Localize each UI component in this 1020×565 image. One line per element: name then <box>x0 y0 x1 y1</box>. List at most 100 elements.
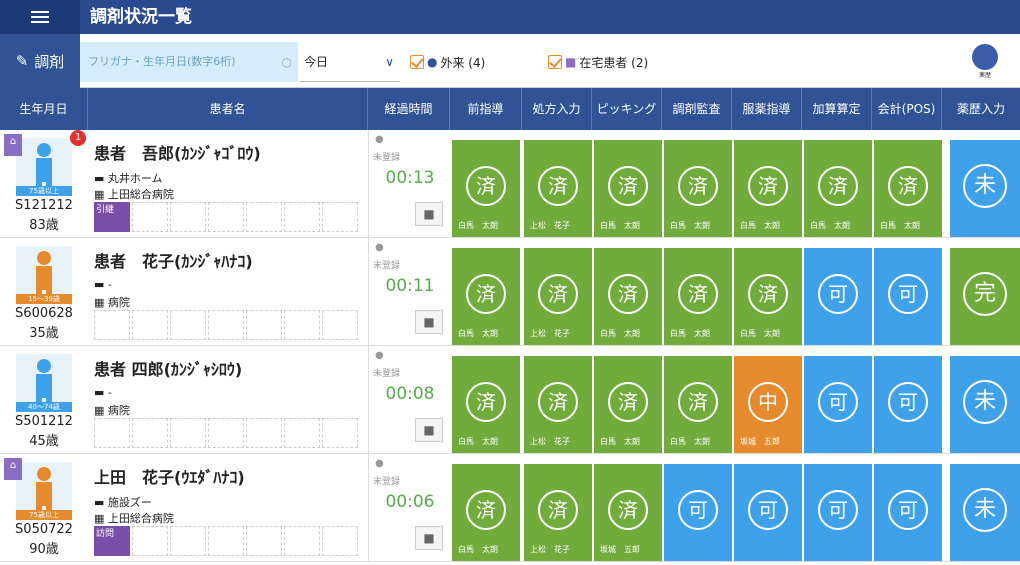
step-cell[interactable]: 済白馬 太朗 <box>452 356 520 453</box>
memo-slot[interactable] <box>170 202 206 232</box>
home-care-icon: ⌂ <box>4 458 22 480</box>
memo-slot[interactable] <box>246 310 282 340</box>
step-cell[interactable]: 済白馬 太朗 <box>594 356 662 453</box>
memo-slot[interactable] <box>322 418 358 448</box>
step-cell[interactable]: 済白馬 太朗 <box>804 140 872 237</box>
memo-tag[interactable]: 訪問 <box>94 526 130 556</box>
unregistered-label: 未登録 <box>373 369 401 379</box>
col-birth[interactable]: 生年月日 <box>0 88 88 130</box>
memo-slot[interactable] <box>170 310 206 340</box>
col-step[interactable]: 前指導 <box>450 88 522 130</box>
table-row[interactable]: 75歳以上 S121212 83歳 ⌂ 1 患者 吾郎(ｶﾝｼﾞｬｺﾞﾛｳ) ▬ 丸井ホーム… <box>0 130 1020 238</box>
memo-slot[interactable] <box>208 310 244 340</box>
memo-slot[interactable] <box>170 418 206 448</box>
patient-name[interactable]: 患者 吾郎(ｶﾝｼﾞｬｺﾞﾛｳ) <box>94 140 261 164</box>
step-cell[interactable]: 済上松 花子 <box>524 248 592 345</box>
camera-icon[interactable]: ■ <box>415 526 443 550</box>
step-cell[interactable]: 可 <box>734 464 802 561</box>
patient-id: S050722 <box>15 522 73 537</box>
step-cell[interactable]: 済上松 花子 <box>524 356 592 453</box>
memo-slot[interactable] <box>132 202 168 232</box>
facility-name: - <box>107 386 112 399</box>
step-cell[interactable]: 済坂城 五郎 <box>594 464 662 561</box>
step-cell[interactable]: 可 <box>804 356 872 453</box>
memo-slot[interactable] <box>246 418 282 448</box>
memo-slot[interactable] <box>284 202 320 232</box>
memo-slot[interactable] <box>94 418 130 448</box>
yaku-cell[interactable]: 完 <box>950 248 1020 345</box>
camera-icon[interactable]: ■ <box>415 418 443 442</box>
memo-slot[interactable] <box>132 526 168 556</box>
step-cell[interactable]: 可 <box>874 248 942 345</box>
step-cell[interactable]: 済上松 花子 <box>524 140 592 237</box>
col-name[interactable]: 患者名 <box>88 88 368 130</box>
step-cell[interactable]: 済上松 花子 <box>524 464 592 561</box>
step-cell[interactable]: 可 <box>804 464 872 561</box>
memo-slot[interactable] <box>284 310 320 340</box>
memo-slot[interactable] <box>208 418 244 448</box>
step-cell[interactable]: 済白馬 太朗 <box>664 356 732 453</box>
memo-slot[interactable] <box>208 202 244 232</box>
memo-slot[interactable] <box>322 202 358 232</box>
mode-selector[interactable]: ✎ 調剤 <box>0 34 80 88</box>
step-cell[interactable]: 済白馬 太朗 <box>874 140 942 237</box>
memo-slot[interactable] <box>170 526 206 556</box>
camera-icon[interactable]: ■ <box>415 310 443 334</box>
step-cell[interactable]: 済白馬 太朗 <box>664 140 732 237</box>
staff-name: 白馬 太朗 <box>458 437 498 446</box>
step-cell[interactable]: 済白馬 太朗 <box>452 464 520 561</box>
col-step[interactable]: 服薬指導 <box>732 88 802 130</box>
kusuri-button[interactable]: 薬歴 <box>970 44 1000 79</box>
memo-slot[interactable] <box>246 526 282 556</box>
step-cell[interactable]: 済白馬 太朗 <box>664 248 732 345</box>
memo-slot[interactable] <box>284 418 320 448</box>
step-cell[interactable]: 済白馬 太朗 <box>594 140 662 237</box>
col-step[interactable]: 会計(POS) <box>872 88 942 130</box>
table-row[interactable]: 40〜74歳 S501212 45歳 患者 四郎(ｶﾝｼﾞｬｼﾛｳ) ▬ - ▦ 病院 ● 未… <box>0 346 1020 454</box>
step-cell[interactable]: 済白馬 太朗 <box>452 248 520 345</box>
step-cell[interactable]: 中坂城 五郎 <box>734 356 802 453</box>
staff-name: 白馬 太朗 <box>600 221 640 230</box>
home-patient-checkbox[interactable]: ■ 在宅患者 (2) <box>548 54 648 70</box>
camera-icon[interactable]: ■ <box>415 202 443 226</box>
memo-slot[interactable] <box>132 310 168 340</box>
step-cell[interactable]: 済白馬 太朗 <box>734 140 802 237</box>
memo-slot[interactable] <box>132 418 168 448</box>
col-step[interactable]: 調剤監査 <box>662 88 732 130</box>
col-elapsed[interactable]: 経過時間 <box>368 88 450 130</box>
step-cell[interactable]: 可 <box>804 248 872 345</box>
memo-slot[interactable] <box>208 526 244 556</box>
date-select[interactable]: 今日 ∨ <box>300 42 400 82</box>
search-input[interactable]: フリガナ・生年月日(数字6桁) ○ <box>80 42 298 82</box>
memo-slot[interactable] <box>94 310 130 340</box>
memo-slot[interactable] <box>284 526 320 556</box>
memo-slot[interactable] <box>246 202 282 232</box>
memo-slot[interactable] <box>322 526 358 556</box>
yaku-cell[interactable]: 未 <box>950 464 1020 561</box>
outpatient-checkbox[interactable]: ● 外来 (4) <box>410 54 485 70</box>
patient-name[interactable]: 患者 花子(ｶﾝｼﾞｬﾊﾅｺ) <box>94 248 253 272</box>
memo-slot[interactable] <box>322 310 358 340</box>
col-step[interactable]: 加算算定 <box>802 88 872 130</box>
hospital: ▦ 上田総合病院 <box>94 186 174 202</box>
status-circle: 済 <box>748 166 788 206</box>
col-step[interactable]: ピッキング <box>592 88 662 130</box>
table-row[interactable]: 75歳以上 S050722 90歳 ⌂ 上田 花子(ｳｴﾀﾞﾊﾅｺ) ▬ 施設ズー ▦ 上田… <box>0 454 1020 562</box>
yaku-cell[interactable]: 未 <box>950 356 1020 453</box>
step-cell[interactable]: 済白馬 太朗 <box>734 248 802 345</box>
hospital-name: 上田総合病院 <box>107 512 174 525</box>
step-cell[interactable]: 済白馬 太朗 <box>594 248 662 345</box>
step-cell[interactable]: 済白馬 太朗 <box>452 140 520 237</box>
patient-name[interactable]: 患者 四郎(ｶﾝｼﾞｬｼﾛｳ) <box>94 356 242 380</box>
memo-tag[interactable]: 引継 <box>94 202 130 232</box>
menu-button[interactable] <box>0 0 80 34</box>
yaku-cell[interactable]: 未 <box>950 140 1020 237</box>
step-cell[interactable]: 可 <box>874 464 942 561</box>
table-row[interactable]: 15〜39歳 S600628 35歳 患者 花子(ｶﾝｼﾞｬﾊﾅｺ) ▬ - ▦ 病院 ● 未… <box>0 238 1020 346</box>
col-step[interactable]: 処方入力 <box>522 88 592 130</box>
patient-name[interactable]: 上田 花子(ｳｴﾀﾞﾊﾅｺ) <box>94 464 245 488</box>
step-cell[interactable]: 可 <box>664 464 732 561</box>
step-cell[interactable]: 可 <box>874 356 942 453</box>
col-yaku[interactable]: 薬歴入力 <box>942 88 1020 130</box>
mode-label: 調剤 <box>34 52 65 71</box>
